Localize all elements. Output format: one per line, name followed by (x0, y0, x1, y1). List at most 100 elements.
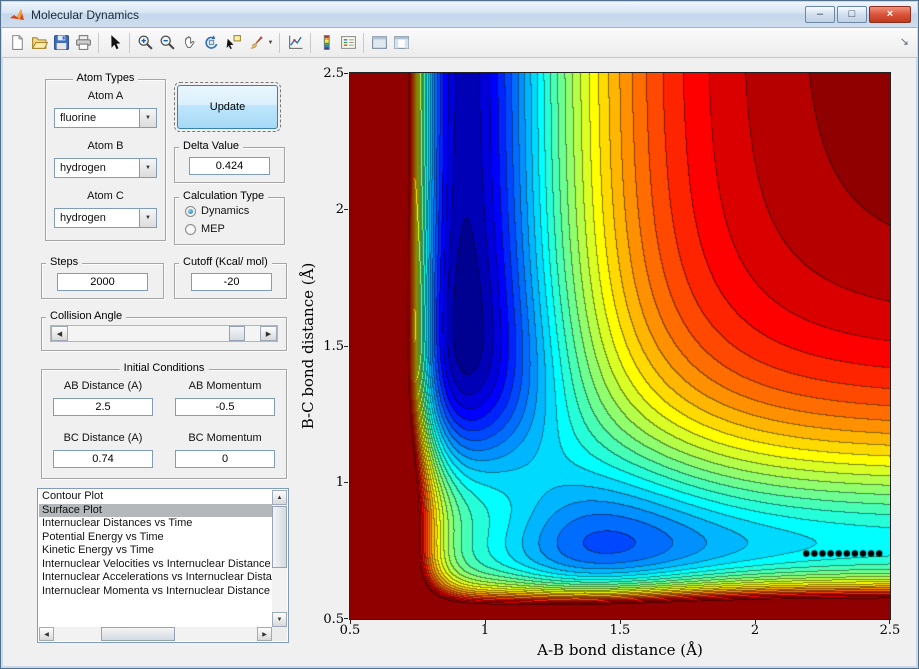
list-item[interactable]: Contour Plot (39, 490, 272, 504)
dock-figure-icon[interactable]: ↘ (900, 35, 909, 48)
close-button[interactable]: × (869, 6, 911, 23)
horizontal-scrollbar[interactable]: ◀ ▶ (39, 627, 272, 641)
cutoff-panel: Cutoff (Kcal/ mol) (174, 256, 287, 299)
slider-track[interactable] (68, 326, 260, 341)
y-tick-mark (344, 482, 348, 483)
zoom-out-icon[interactable] (156, 32, 178, 54)
y-tick-label: 1 (335, 475, 344, 490)
titlebar[interactable]: Molecular Dynamics – □ × (2, 2, 917, 28)
vscroll-thumb[interactable] (272, 506, 287, 568)
x-axis-label: A-B bond distance (Å) (537, 641, 703, 659)
list-item[interactable]: Internuclear Accelerations vs Internucle… (39, 571, 272, 585)
list-item[interactable]: Potential Energy vs Time (39, 531, 272, 545)
print-icon[interactable] (72, 32, 94, 54)
chevron-down-icon[interactable]: ▼ (139, 109, 156, 127)
x-tick-mark (755, 620, 756, 624)
steps-panel: Steps (41, 256, 164, 299)
y-tick-label: 1.5 (323, 339, 344, 354)
bc-distance-input[interactable] (53, 450, 153, 468)
pointer-icon[interactable] (103, 32, 125, 54)
atom-types-panel: Atom Types Atom A fluorine ▼ Atom B hydr… (45, 72, 166, 241)
atom-b-label: Atom B (87, 140, 124, 152)
window-title: Molecular Dynamics (31, 7, 140, 22)
collision-angle-legend: Collision Angle (46, 310, 127, 322)
mep-radio[interactable]: MEP (185, 223, 225, 235)
toolbar-separator (310, 32, 311, 53)
atom-a-value: fluorine (60, 112, 97, 124)
open-file-icon[interactable] (28, 32, 50, 54)
zoom-in-icon[interactable] (134, 32, 156, 54)
calculation-type-panel: Calculation Type Dynamics MEP (174, 190, 285, 245)
list-item[interactable]: Internuclear Velocities vs Internuclear … (39, 558, 272, 572)
list-item[interactable]: Internuclear Distances vs Time (39, 517, 272, 531)
atom-a-dropdown[interactable]: fluorine ▼ (54, 108, 157, 128)
list-item[interactable]: Internuclear Momenta vs Internuclear Dis… (39, 585, 272, 599)
x-tick-label: 2.5 (879, 623, 901, 638)
x-tick-label: 0.5 (339, 623, 361, 638)
x-tick-label: 1 (480, 623, 490, 638)
y-tick-mark (344, 209, 348, 210)
steps-input[interactable] (57, 273, 148, 291)
insert-legend-icon[interactable] (337, 32, 359, 54)
data-cursor-icon[interactable] (222, 32, 244, 54)
delta-value-legend: Delta Value (179, 140, 244, 152)
new-document-icon[interactable] (6, 32, 28, 54)
contour-plot[interactable] (349, 72, 891, 620)
link-plots-icon[interactable] (284, 32, 306, 54)
ab-distance-input[interactable] (53, 398, 153, 416)
pan-hand-icon[interactable] (178, 32, 200, 54)
scroll-down-arrow[interactable]: ▼ (272, 612, 287, 627)
insert-colorbar-icon[interactable] (315, 32, 337, 54)
ab-momentum-label: AB Momentum (188, 380, 262, 392)
scroll-left-arrow[interactable]: ◀ (39, 627, 54, 641)
atom-a-label: Atom A (87, 90, 124, 102)
initial-conditions-panel: Initial Conditions AB Distance (A) AB Mo… (41, 362, 287, 479)
slider-thumb[interactable] (229, 326, 246, 341)
list-item-selected[interactable]: Surface Plot (39, 503, 272, 517)
show-plot-tools-icon[interactable] (390, 32, 412, 54)
list-item[interactable]: Kinetic Energy vs Time (39, 544, 272, 558)
x-tick-mark (350, 620, 351, 624)
x-tick-mark (889, 620, 890, 624)
restore-button[interactable]: □ (837, 6, 867, 23)
atom-c-dropdown[interactable]: hydrogen ▼ (54, 208, 157, 228)
bc-distance-label: BC Distance (A) (63, 432, 143, 444)
scroll-up-arrow[interactable]: ▲ (272, 490, 287, 505)
hide-plot-tools-icon[interactable] (368, 32, 390, 54)
update-button[interactable]: Update (174, 82, 281, 132)
x-tick-label: 2 (750, 623, 760, 638)
cutoff-input[interactable] (191, 273, 272, 291)
atom-b-dropdown[interactable]: hydrogen ▼ (54, 158, 157, 178)
toolbar-separator (279, 32, 280, 53)
atom-types-legend: Atom Types (72, 72, 139, 84)
radio-selected-icon[interactable] (185, 205, 196, 217)
slider-left-arrow[interactable]: ◀ (51, 326, 68, 341)
toolbar: ▼ ↘ (2, 28, 917, 58)
delta-value-input[interactable] (189, 157, 270, 175)
brush-icon[interactable] (244, 32, 266, 54)
rotate-3d-icon[interactable] (200, 32, 222, 54)
chevron-down-icon[interactable]: ▼ (139, 209, 156, 227)
y-tick-mark (344, 618, 348, 619)
slider-right-arrow[interactable]: ▶ (260, 326, 277, 341)
chevron-down-icon[interactable]: ▼ (139, 159, 156, 177)
toolbar-separator (129, 32, 130, 53)
ab-momentum-input[interactable] (175, 398, 275, 416)
chevron-down-icon[interactable]: ▼ (266, 32, 275, 54)
bc-momentum-input[interactable] (175, 450, 275, 468)
y-tick-label: 2 (335, 202, 344, 217)
bc-momentum-label: BC Momentum (188, 432, 262, 444)
toolbar-separator (98, 32, 99, 53)
radio-unselected-icon[interactable] (185, 223, 196, 235)
vertical-scrollbar[interactable]: ▲ ▼ (272, 490, 287, 627)
hscroll-thumb[interactable] (101, 627, 175, 641)
x-tick-mark (485, 620, 486, 624)
save-icon[interactable] (50, 32, 72, 54)
dynamics-radio[interactable]: Dynamics (185, 205, 249, 217)
dynamics-radio-label: Dynamics (201, 205, 250, 217)
scroll-right-arrow[interactable]: ▶ (257, 627, 272, 641)
minimize-button[interactable]: – (805, 6, 835, 23)
y-tick-label: 2.5 (323, 66, 344, 81)
toolbar-separator (363, 32, 364, 53)
collision-angle-slider[interactable]: ◀ ▶ (50, 325, 278, 342)
